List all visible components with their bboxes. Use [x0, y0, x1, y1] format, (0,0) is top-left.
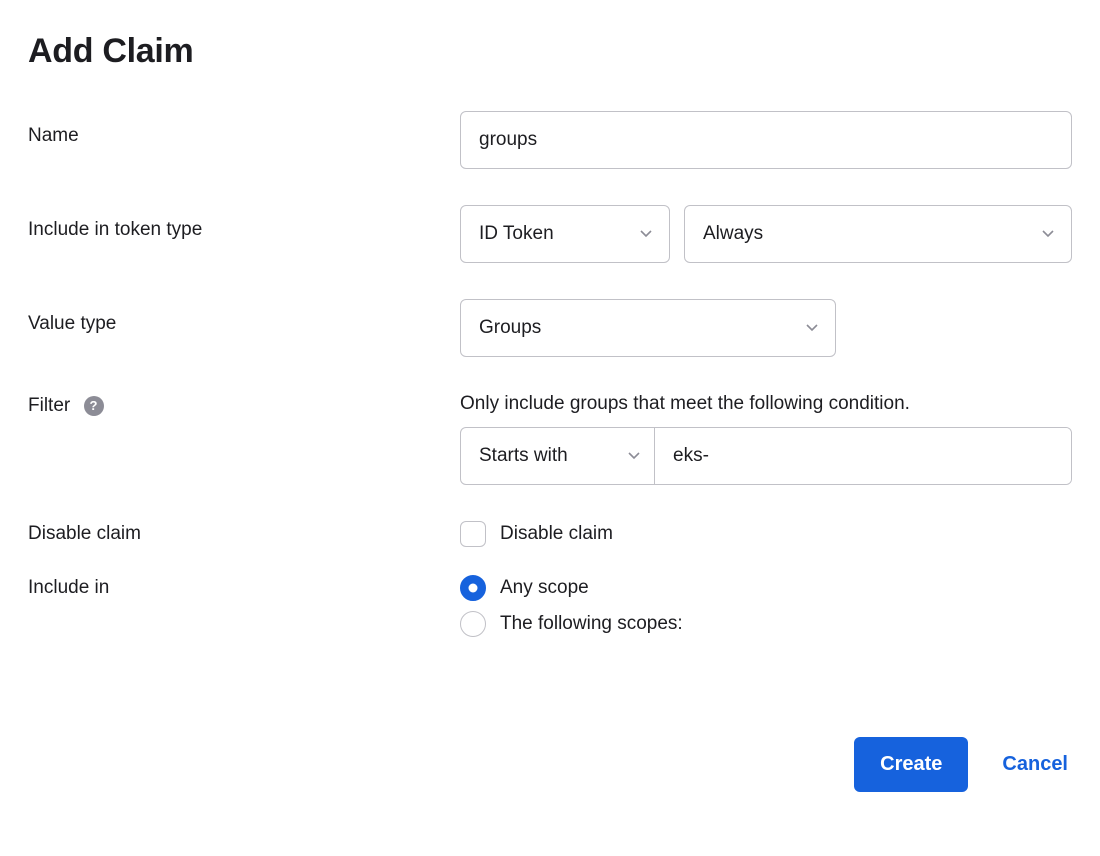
token-condition-value: Always — [703, 223, 763, 245]
value-type-select[interactable]: Groups — [460, 299, 836, 357]
cancel-button[interactable]: Cancel — [1002, 753, 1068, 776]
filter-operator-value: Starts with — [479, 445, 568, 467]
chevron-down-icon — [1041, 227, 1055, 241]
include-in-any-radio[interactable] — [460, 575, 486, 601]
filter-combo: Starts with — [460, 427, 1072, 485]
chevron-down-icon — [628, 452, 640, 460]
chevron-down-icon — [639, 227, 653, 241]
name-label: Name — [28, 111, 460, 147]
chevron-down-icon — [805, 321, 819, 335]
filter-operator-select[interactable]: Starts with — [461, 428, 655, 484]
value-type-value: Groups — [479, 317, 541, 339]
disable-claim-checkbox[interactable] — [460, 521, 486, 547]
include-in-label: Include in — [28, 575, 460, 599]
disable-claim-checkbox-label: Disable claim — [500, 523, 613, 545]
token-type-value: ID Token — [479, 223, 554, 245]
value-type-label: Value type — [28, 299, 460, 335]
name-input[interactable] — [460, 111, 1072, 169]
include-in-any-label: Any scope — [500, 577, 589, 599]
create-button[interactable]: Create — [854, 737, 968, 792]
page-title: Add Claim — [28, 32, 1072, 71]
filter-label: Filter — [28, 395, 70, 416]
token-type-select[interactable]: ID Token — [460, 205, 670, 263]
filter-value-input[interactable] — [655, 428, 1071, 484]
token-condition-select[interactable]: Always — [684, 205, 1072, 263]
token-type-label: Include in token type — [28, 205, 460, 241]
disable-claim-label: Disable claim — [28, 521, 460, 545]
help-icon[interactable]: ? — [84, 396, 104, 416]
include-in-following-radio[interactable] — [460, 611, 486, 637]
filter-helper-text: Only include groups that meet the follow… — [460, 393, 1072, 415]
include-in-following-label: The following scopes: — [500, 613, 683, 635]
